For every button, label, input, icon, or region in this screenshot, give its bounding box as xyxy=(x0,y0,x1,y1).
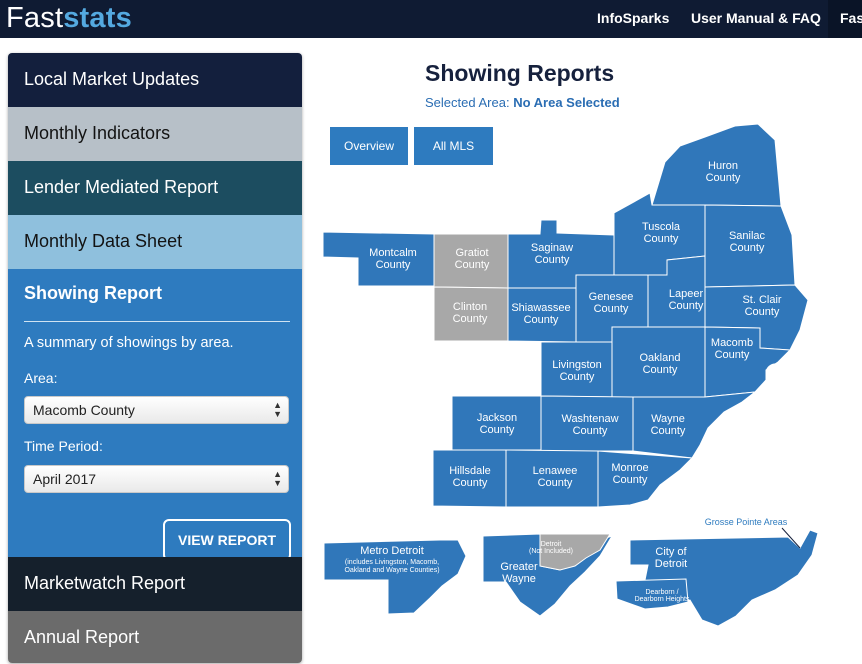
svg-text:(Not Included): (Not Included) xyxy=(529,548,573,555)
svg-text:County: County xyxy=(480,424,515,436)
county-montcalm[interactable]: Montcalm County xyxy=(322,231,435,287)
svg-text:Detroit: Detroit xyxy=(541,541,562,548)
svg-text:County: County xyxy=(643,364,678,376)
svg-text:Greater: Greater xyxy=(500,561,538,573)
svg-text:County: County xyxy=(538,477,573,489)
svg-text:Oakland: Oakland xyxy=(640,352,681,364)
svg-text:County: County xyxy=(573,425,608,437)
svg-text:Genesee: Genesee xyxy=(589,291,634,303)
county-map: Huron County Tuscola County Sanilac Coun… xyxy=(322,123,819,627)
svg-text:Detroit: Detroit xyxy=(655,558,687,570)
county-livingston[interactable]: Livingston County xyxy=(540,341,613,398)
svg-text:Wayne: Wayne xyxy=(651,413,685,425)
county-washtenaw[interactable]: Washtenaw County xyxy=(540,395,634,452)
svg-text:Washtenaw: Washtenaw xyxy=(561,413,618,425)
county-hillsdale[interactable]: Hillsdale County xyxy=(432,449,507,508)
svg-text:County: County xyxy=(524,314,559,326)
svg-text:County: County xyxy=(453,313,488,325)
svg-text:Montcalm: Montcalm xyxy=(369,247,417,259)
svg-text:County: County xyxy=(730,242,765,254)
county-shiawassee[interactable]: Shiawassee County xyxy=(507,287,577,343)
svg-text:County: County xyxy=(560,371,595,383)
svg-text:Jackson: Jackson xyxy=(477,412,517,424)
county-clinton: Clinton County xyxy=(433,286,509,342)
svg-text:Gratiot: Gratiot xyxy=(455,247,488,259)
svg-text:St. Clair: St. Clair xyxy=(742,294,781,306)
svg-text:County: County xyxy=(669,300,704,312)
svg-text:County: County xyxy=(376,259,411,271)
svg-text:Metro Detroit: Metro Detroit xyxy=(360,545,424,557)
svg-text:County: County xyxy=(594,303,629,315)
svg-text:City of: City of xyxy=(655,546,687,558)
svg-text:Livingston: Livingston xyxy=(552,359,602,371)
svg-text:County: County xyxy=(745,306,780,318)
region-greater-wayne[interactable]: Greater Wayne Detroit (Not Included) xyxy=(482,533,614,617)
county-huron[interactable]: Huron County xyxy=(651,123,782,207)
svg-text:Clinton: Clinton xyxy=(453,301,487,313)
svg-text:County: County xyxy=(613,474,648,486)
svg-text:County: County xyxy=(715,349,750,361)
county-wayne[interactable]: Wayne County xyxy=(632,391,757,459)
svg-text:County: County xyxy=(455,259,490,271)
svg-text:County: County xyxy=(651,425,686,437)
county-lenawee[interactable]: Lenawee County xyxy=(505,449,599,508)
svg-text:Oakland and Wayne Counties): Oakland and Wayne Counties) xyxy=(344,567,439,574)
county-monroe[interactable]: Monroe County xyxy=(597,450,694,508)
svg-text:Shiawassee: Shiawassee xyxy=(511,302,570,314)
county-jackson[interactable]: Jackson County xyxy=(451,395,542,451)
svg-text:Tuscola: Tuscola xyxy=(642,221,681,233)
svg-text:Lenawee: Lenawee xyxy=(533,465,578,477)
svg-text:(includes Livingston, Macomb,: (includes Livingston, Macomb, xyxy=(345,559,439,566)
svg-text:Saginaw: Saginaw xyxy=(531,242,573,254)
county-sanilac[interactable]: Sanilac County xyxy=(704,204,796,288)
svg-text:Lapeer: Lapeer xyxy=(669,288,704,300)
svg-text:County: County xyxy=(453,477,488,489)
svg-text:Dearborn /: Dearborn / xyxy=(645,589,678,596)
svg-text:Huron: Huron xyxy=(708,160,738,172)
svg-text:County: County xyxy=(706,172,741,184)
county-oakland[interactable]: Oakland County xyxy=(611,326,706,398)
svg-text:Macomb: Macomb xyxy=(711,337,753,349)
svg-text:Wayne: Wayne xyxy=(502,573,536,585)
county-gratiot: Gratiot County xyxy=(433,233,509,289)
svg-text:Hillsdale: Hillsdale xyxy=(449,465,491,477)
svg-text:County: County xyxy=(535,254,570,266)
svg-text:Sanilac: Sanilac xyxy=(729,230,766,242)
svg-text:Monroe: Monroe xyxy=(611,462,648,474)
svg-text:Grosse Pointe Areas: Grosse Pointe Areas xyxy=(705,517,788,527)
region-city-of-detroit[interactable]: City of Detroit Dearborn / Dearborn Heig… xyxy=(615,529,819,627)
svg-text:Dearborn Heights: Dearborn Heights xyxy=(635,596,690,603)
lake-st-clair-shape xyxy=(766,363,786,381)
svg-text:County: County xyxy=(644,233,679,245)
region-metro-detroit[interactable]: Metro Detroit (includes Livingston, Maco… xyxy=(323,539,467,615)
